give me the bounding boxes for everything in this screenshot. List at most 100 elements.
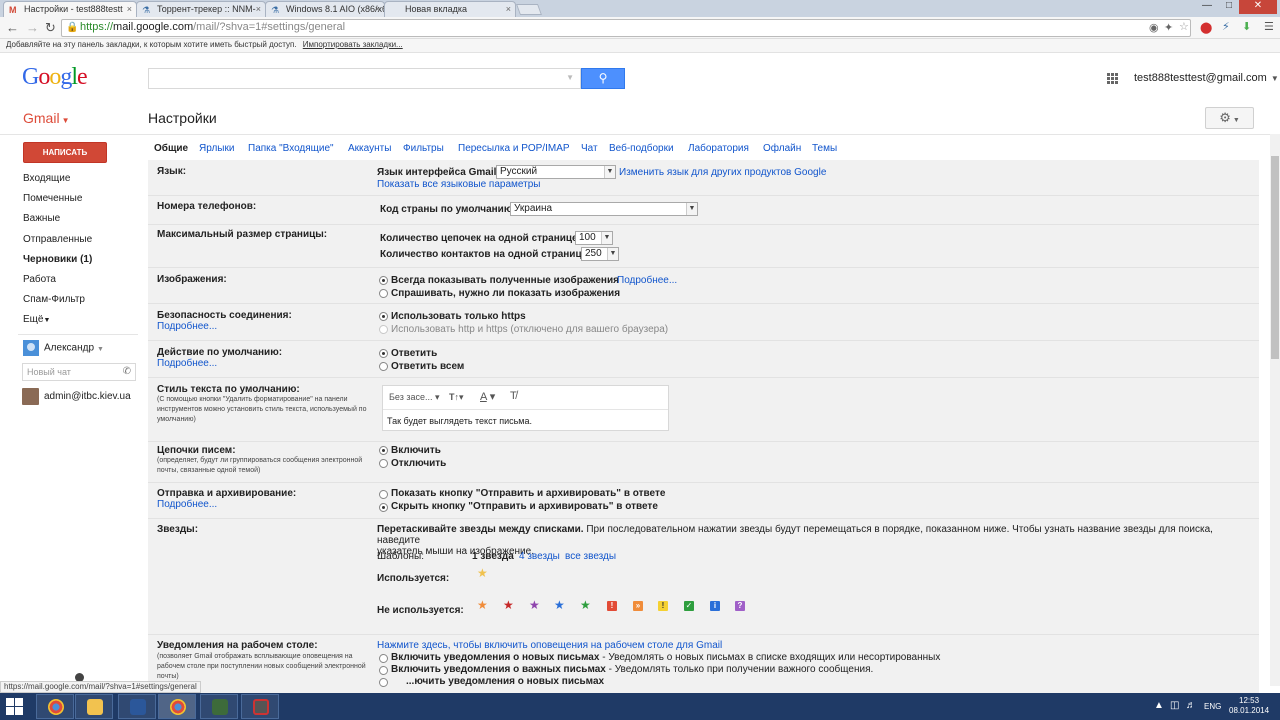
tab-accounts[interactable]: Аккаунты bbox=[348, 143, 391, 154]
tab-labels[interactable]: Ярлыки bbox=[199, 143, 234, 154]
taskbar-word[interactable] bbox=[118, 694, 156, 719]
images-more-link[interactable]: Подробнее... bbox=[617, 275, 677, 286]
tab-themes[interactable]: Темы bbox=[812, 143, 837, 154]
purple-star-icon[interactable]: ★ bbox=[529, 599, 540, 611]
taskbar-chrome-active[interactable] bbox=[158, 694, 196, 719]
tab-web-clips[interactable]: Веб-подборки bbox=[609, 143, 674, 154]
maximize-icon[interactable]: □ bbox=[1219, 0, 1239, 14]
reply-radio[interactable] bbox=[379, 349, 388, 358]
font-family-select[interactable]: Без засе... ▾ bbox=[389, 392, 440, 403]
tray-network-icon[interactable]: ◫ bbox=[1170, 700, 1179, 711]
notify-new-radio[interactable] bbox=[379, 654, 388, 663]
chat-contact[interactable]: admin@itbc.kiev.ua bbox=[22, 388, 131, 405]
tab-offline[interactable]: Офлайн bbox=[763, 143, 801, 154]
taskbar-explorer[interactable] bbox=[75, 694, 113, 719]
threads-on-radio[interactable] bbox=[379, 446, 388, 455]
nav-drafts[interactable]: Черновики (1) bbox=[23, 254, 92, 265]
red-bang-icon[interactable]: ! bbox=[607, 601, 617, 611]
orange-star-icon[interactable]: ★ bbox=[477, 599, 488, 611]
tab-close-icon[interactable]: × bbox=[256, 4, 261, 14]
browser-tab-settings[interactable]: M Настройки - test888testt × bbox=[3, 1, 137, 17]
security-more-link[interactable]: Подробнее... bbox=[157, 321, 217, 332]
purple-question-icon[interactable]: ? bbox=[735, 601, 745, 611]
page-scrollbar[interactable] bbox=[1270, 134, 1280, 686]
nav-label-spam[interactable]: Спам-Фильтр bbox=[23, 294, 85, 305]
show-send-archive-radio[interactable] bbox=[379, 490, 388, 499]
tab-inbox[interactable]: Папка "Входящие" bbox=[248, 143, 334, 154]
tab-chat[interactable]: Чат bbox=[581, 143, 598, 154]
show-language-options-link[interactable]: Показать все языковые параметры bbox=[377, 179, 540, 190]
nav-inbox[interactable]: Входящие bbox=[23, 173, 70, 184]
opera-icon[interactable]: ⬤ bbox=[1200, 21, 1212, 34]
send-archive-more-link[interactable]: Подробнее... bbox=[157, 499, 217, 510]
https-only-radio[interactable] bbox=[379, 312, 388, 321]
scrollbar-thumb[interactable] bbox=[1271, 156, 1279, 359]
taskbar-app-red[interactable] bbox=[241, 694, 279, 719]
phone-icon[interactable]: ✆ bbox=[123, 366, 131, 377]
tray-language[interactable]: ENG bbox=[1204, 702, 1221, 711]
search-options-icon[interactable]: ▼ bbox=[566, 73, 574, 82]
nav-important[interactable]: Важные bbox=[23, 213, 60, 224]
nav-more[interactable]: Ещё▼ bbox=[23, 314, 50, 325]
browser-tab-new[interactable]: Новая вкладка × bbox=[384, 1, 516, 17]
nav-label-work[interactable]: Работа bbox=[23, 274, 56, 285]
nav-sent[interactable]: Отправленные bbox=[23, 234, 92, 245]
browser-tab-torrent[interactable]: ⚗ Торрент-трекер :: NNM- × bbox=[136, 1, 266, 17]
notify-important-radio[interactable] bbox=[379, 666, 388, 675]
tab-close-icon[interactable]: × bbox=[375, 4, 380, 14]
download-icon[interactable]: ⬇ bbox=[1242, 20, 1251, 33]
font-size-icon[interactable]: T↑▾ bbox=[449, 392, 464, 403]
country-select[interactable]: Украина ▼ bbox=[510, 202, 698, 216]
tab-general[interactable]: Общие bbox=[154, 143, 188, 154]
enable-notifications-link[interactable]: Нажмите здесь, чтобы включить оповещения… bbox=[377, 640, 722, 651]
taskbar-app-green[interactable] bbox=[200, 694, 238, 719]
text-color-icon[interactable]: A ▾ bbox=[480, 390, 495, 403]
reload-icon[interactable]: ↻ bbox=[45, 20, 56, 36]
apps-grid-icon[interactable] bbox=[1107, 73, 1119, 85]
import-bookmarks-link[interactable]: Импортировать закладки... bbox=[303, 40, 403, 49]
nav-starred[interactable]: Помеченные bbox=[23, 193, 82, 204]
tray-up-icon[interactable]: ▲ bbox=[1154, 700, 1164, 711]
reply-all-radio[interactable] bbox=[379, 362, 388, 371]
browser-tab-windows[interactable]: ⚗ Windows 8.1 AIO (x86/x64 × bbox=[265, 1, 385, 17]
yellow-star-icon[interactable]: ★ bbox=[477, 567, 488, 579]
bookmark-star-icon[interactable]: ☆ bbox=[1179, 20, 1189, 33]
account-menu[interactable]: test888testtest@gmail.com ▼ bbox=[1134, 72, 1279, 84]
menu-icon[interactable]: ☰ bbox=[1264, 20, 1274, 33]
forward-icon[interactable]: → bbox=[26, 20, 39, 35]
green-star-icon[interactable]: ★ bbox=[580, 599, 591, 611]
chat-user[interactable]: Александр ▼ bbox=[23, 340, 104, 356]
eye-icon[interactable]: ◉ bbox=[1149, 21, 1159, 34]
windows-start-icon[interactable] bbox=[6, 698, 24, 716]
tray-clock[interactable]: 12:53 08.01.2014 bbox=[1229, 696, 1269, 716]
contacts-per-page-select[interactable]: 250 ▼ bbox=[581, 247, 619, 261]
blue-star-icon[interactable]: ★ bbox=[554, 599, 565, 611]
default-action-more-link[interactable]: Подробнее... bbox=[157, 358, 217, 369]
green-check-icon[interactable]: ✓ bbox=[684, 601, 694, 611]
search-input[interactable]: ▼ bbox=[148, 68, 581, 89]
images-always-radio[interactable] bbox=[379, 276, 388, 285]
text-style-editor[interactable]: Без засе... ▾ T↑▾ A ▾ T̸ Так будет выгля… bbox=[382, 385, 669, 431]
tab-filters[interactable]: Фильтры bbox=[403, 143, 444, 154]
threads-off-radio[interactable] bbox=[379, 459, 388, 468]
notify-off-radio[interactable] bbox=[379, 678, 388, 687]
preset-all-stars[interactable]: все звезды bbox=[565, 551, 616, 562]
minimize-icon[interactable]: — bbox=[1195, 0, 1219, 14]
language-select[interactable]: Русский ▼ bbox=[496, 165, 616, 179]
tab-close-icon[interactable]: × bbox=[127, 4, 132, 14]
gmail-switcher[interactable]: Gmail ▼ bbox=[23, 110, 69, 126]
google-logo[interactable]: Google bbox=[22, 64, 88, 91]
tab-labs[interactable]: Лаборатория bbox=[688, 143, 749, 154]
yellow-bang-icon[interactable]: ! bbox=[658, 601, 668, 611]
red-star-icon[interactable]: ★ bbox=[503, 599, 514, 611]
lightning-icon[interactable]: ⚡ bbox=[1222, 20, 1230, 33]
remove-formatting-icon[interactable]: T̸ bbox=[510, 390, 517, 402]
window-close-icon[interactable]: ✕ bbox=[1239, 0, 1277, 14]
address-bar[interactable]: 🔒 https://mail.google.com/mail/?shva=1#s… bbox=[61, 19, 1191, 37]
change-language-link[interactable]: Изменить язык для других продуктов Googl… bbox=[619, 167, 826, 178]
tab-forwarding[interactable]: Пересылка и POP/IMAP bbox=[458, 143, 570, 154]
threads-per-page-select[interactable]: 100 ▼ bbox=[575, 231, 613, 245]
blue-info-icon[interactable]: i bbox=[710, 601, 720, 611]
orange-guillemet-icon[interactable]: » bbox=[633, 601, 643, 611]
chat-search-input[interactable]: Новый чат ✆ bbox=[22, 363, 136, 381]
